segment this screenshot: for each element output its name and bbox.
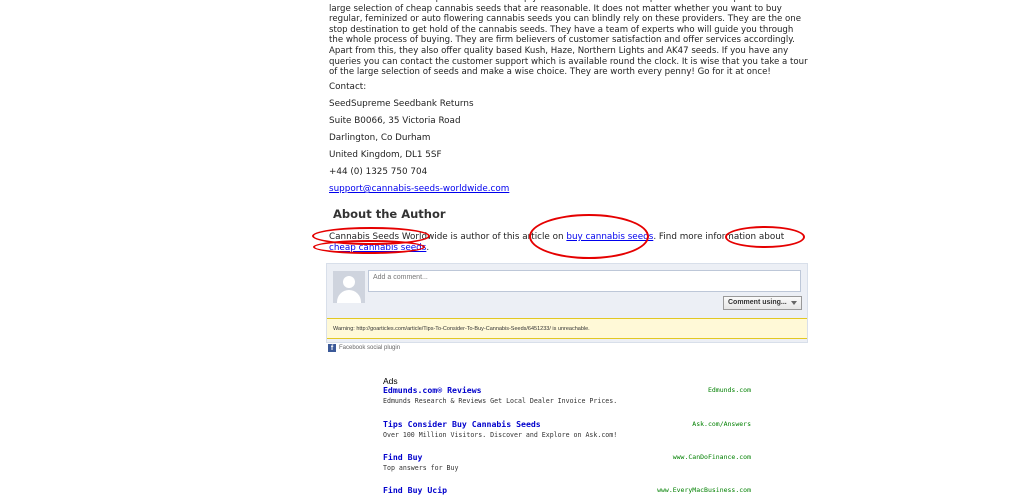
ad-url[interactable]: Edmunds.com — [708, 386, 751, 394]
avatar-head-shape — [343, 276, 355, 288]
about-author-title: About the Author — [333, 207, 446, 221]
ad-description: Edmunds Research & Reviews Get Local Dea… — [383, 397, 618, 405]
ad-description: Top answers for Buy — [383, 464, 459, 472]
avatar-body-shape — [337, 290, 361, 303]
ad-title-link[interactable]: Edmunds.com® Reviews — [383, 385, 751, 395]
contact-heading: Contact: — [329, 82, 367, 92]
contact-line: United Kingdom, DL1 5SF — [329, 150, 442, 160]
warning-message: Warning: http://goarticles.com/article/T… — [327, 318, 807, 339]
ad-url[interactable]: www.CanDoFinance.com — [673, 453, 751, 461]
article-paragraph: The above mentioned aspects are sure to … — [329, 0, 808, 78]
ad-description: Over 100 Million Visitors. Discover and … — [383, 431, 618, 439]
cheap-cannabis-seeds-link[interactable]: cheap cannabis seeds — [329, 243, 426, 253]
facebook-plugin-label: Facebook social plugin — [339, 345, 401, 351]
facebook-comments-box: Add a comment... Comment using... Warnin… — [326, 263, 808, 343]
ad-item[interactable]: Find Buy www.CanDoFinance.com Top answer… — [383, 452, 751, 472]
facebook-icon: f — [328, 344, 336, 352]
contact-line: Suite B0066, 35 Victoria Road — [329, 116, 461, 126]
ad-item[interactable]: Tips Consider Buy Cannabis Seeds Ask.com… — [383, 419, 751, 439]
comment-input[interactable]: Add a comment... — [368, 270, 801, 292]
ad-item[interactable]: Edmunds.com® Reviews Edmunds.com Edmunds… — [383, 385, 751, 405]
contact-line: SeedSupreme Seedbank Returns — [329, 99, 474, 109]
about-text-part: . — [426, 242, 430, 253]
avatar — [333, 271, 365, 303]
author-name: Cannabis Seeds Worldwide — [329, 232, 448, 242]
ad-url[interactable]: Ask.com/Answers — [692, 420, 751, 428]
buy-cannabis-seeds-link[interactable]: buy cannabis seeds — [566, 232, 653, 242]
chevron-down-icon — [791, 301, 797, 305]
contact-email-link[interactable]: support@cannabis-seeds-worldwide.com — [329, 184, 509, 194]
comment-using-label: Comment using... — [728, 299, 787, 306]
comment-using-button[interactable]: Comment using... — [723, 296, 802, 310]
ad-url[interactable]: www.EveryMacBusiness.com — [657, 486, 751, 494]
contact-line: Darlington, Co Durham — [329, 133, 431, 143]
ad-item[interactable]: Find Buy Ucip www.EveryMacBusiness.com — [383, 485, 751, 495]
facebook-plugin-credit[interactable]: f Facebook social plugin — [328, 344, 400, 352]
about-text-part: . Find more information about — [653, 232, 785, 242]
about-text-part: is author of this article on — [447, 232, 567, 242]
about-author-text: Cannabis Seeds Worldwide is author of th… — [329, 232, 809, 253]
contact-line: +44 (0) 1325 750 704 — [329, 167, 428, 177]
